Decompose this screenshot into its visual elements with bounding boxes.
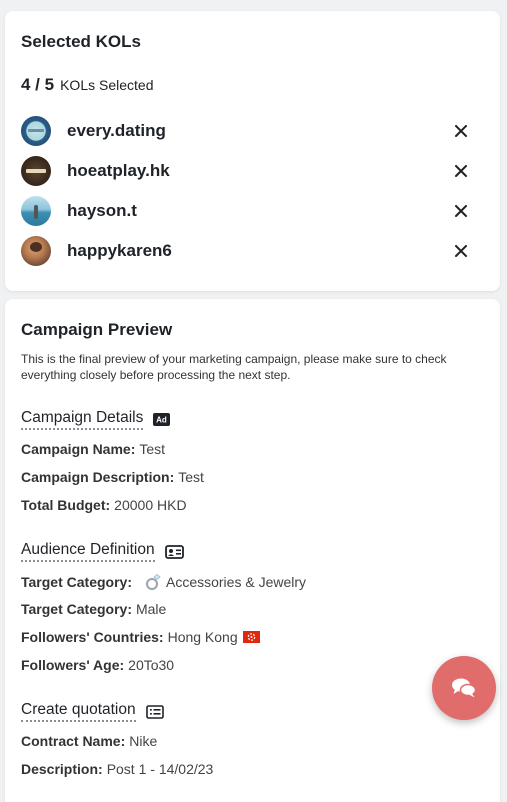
kol-avatar-hoeatplay [21,156,51,186]
kol-avatar-hayson [21,196,51,226]
hong-kong-flag-icon [242,631,260,643]
field-value: Test [139,441,166,457]
target-category-field: Target Category: Accessories & Jewelry [21,573,306,591]
field-label: Contract Name: [21,733,126,749]
campaign-description-field: Campaign Description: Test [21,469,204,485]
total-budget-field: Total Budget: 20000 HKD [21,497,187,513]
remove-kol-button[interactable] [451,241,471,261]
list-icon [145,704,164,719]
kol-count-number: 4 / 5 [21,75,55,94]
field-label: Campaign Description: [21,469,175,485]
ring-emoji-icon [144,573,162,591]
field-value: Male [135,601,167,617]
kol-name: every.dating [67,121,166,140]
campaign-preview-description: This is the final preview of your market… [21,352,447,382]
field-label: Followers' Age: [21,657,125,673]
campaign-details-label: Campaign Details [21,409,144,430]
followers-age-field: Followers' Age: 20To30 [21,657,174,673]
chat-icon [452,678,477,698]
campaign-preview-card: Campaign Preview This is the final previ… [5,299,500,802]
target-category-gender-field: Target Category: Male [21,601,166,617]
field-label: Followers' Countries: [21,629,164,645]
svg-text:Ad: Ad [157,416,168,425]
audience-definition-section-title: Audience Definition [21,541,184,562]
id-card-icon [164,544,184,559]
field-value: Post 1 - 14/02/23 [106,761,214,777]
kol-name: hoeatplay.hk [67,161,170,180]
field-label: Description: [21,761,103,777]
selected-kols-title: Selected KOLs [21,32,141,51]
campaign-preview-title: Campaign Preview [21,320,173,339]
remove-kol-button[interactable] [451,161,471,181]
chat-button[interactable] [432,656,496,720]
campaign-name-field: Campaign Name: Test [21,441,165,457]
close-icon [455,165,467,177]
field-value: 20To30 [128,657,175,673]
field-value: Hong Kong [167,629,238,645]
kol-count: 4 / 5 KOLs Selected [21,75,153,95]
selected-kols-card: Selected KOLs 4 / 5 KOLs Selected every.… [5,11,500,291]
kol-item: hayson.t [21,195,477,227]
field-value: Test [178,469,204,485]
field-value: Nike [129,733,158,749]
close-icon [455,205,467,217]
kol-avatar-every-dating [21,116,51,146]
close-icon [455,245,467,257]
kol-avatar-happykaren [21,236,51,266]
quotation-description-field: Description: Post 1 - 14/02/23 [21,761,213,777]
contract-name-field: Contract Name: Nike [21,733,157,749]
field-label: Total Budget: [21,497,111,513]
close-icon [455,125,467,137]
audience-definition-label: Audience Definition [21,541,155,562]
field-label: Target Category: [21,601,132,617]
followers-countries-field: Followers' Countries: Hong Kong [21,629,260,645]
kol-name: hayson.t [67,201,137,220]
kol-count-label: KOLs Selected [60,77,154,93]
field-value: Accessories & Jewelry [165,574,307,590]
kol-item: every.dating [21,115,477,147]
create-quotation-section-title: Create quotation [21,701,164,722]
field-label: Campaign Name: [21,441,136,457]
kol-name: happykaren6 [67,241,172,260]
ad-icon: Ad [153,413,171,426]
campaign-details-section-title: Campaign Details Ad [21,409,171,430]
field-value: 20000 HKD [114,497,187,513]
create-quotation-label: Create quotation [21,701,136,722]
field-label: Target Category: [21,574,132,590]
remove-kol-button[interactable] [451,121,471,141]
kol-item: hoeatplay.hk [21,155,477,187]
kol-item: happykaren6 [21,235,477,267]
remove-kol-button[interactable] [451,201,471,221]
